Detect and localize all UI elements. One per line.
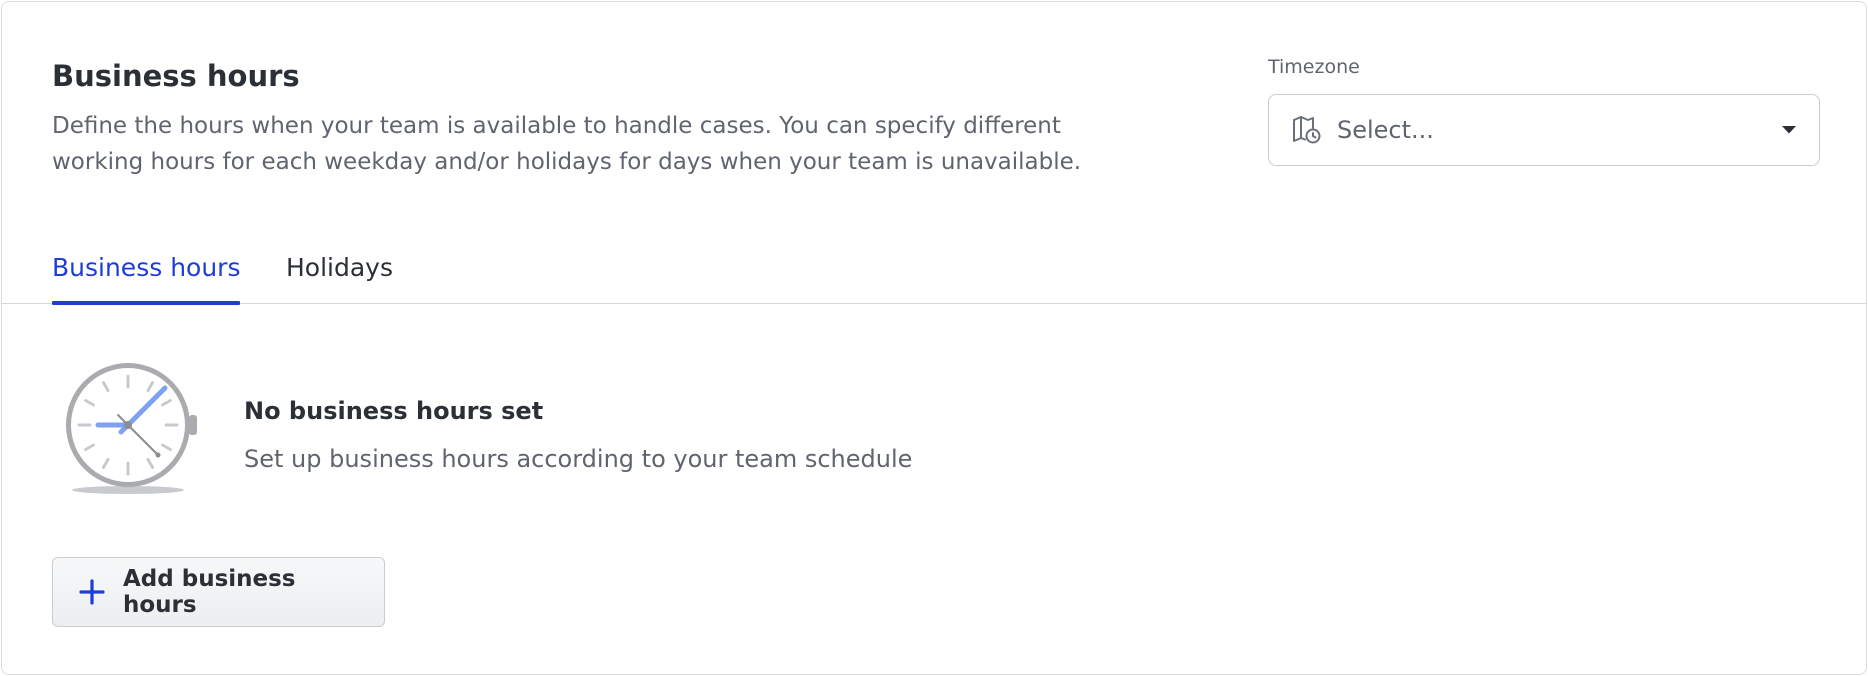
chevron-down-icon — [1781, 125, 1797, 135]
page-description: Define the hours when your team is avail… — [52, 113, 1082, 175]
tab-holidays[interactable]: Holidays — [286, 250, 393, 286]
plus-icon — [79, 579, 105, 605]
add-business-hours-button[interactable]: Add business hours — [52, 557, 385, 627]
section-header: Business hours Define the hours when you… — [52, 54, 1152, 180]
empty-state-subtitle: Set up business hours according to your … — [244, 445, 913, 473]
tab-business-hours[interactable]: Business hours — [52, 250, 241, 305]
page-title: Business hours — [52, 59, 300, 93]
tab-bar: Business hours Holidays — [2, 240, 1866, 305]
timezone-label: Timezone — [1268, 56, 1360, 78]
map-clock-icon — [1291, 114, 1323, 146]
clock-illustration — [62, 362, 204, 498]
business-hours-card: Business hours Define the hours when you… — [1, 1, 1867, 675]
timezone-field: Timezone Select... — [1268, 54, 1820, 166]
add-business-hours-label: Add business hours — [123, 566, 296, 618]
timezone-select[interactable]: Select... — [1268, 94, 1820, 166]
empty-state-title: No business hours set — [244, 397, 544, 425]
timezone-placeholder: Select... — [1337, 116, 1434, 144]
